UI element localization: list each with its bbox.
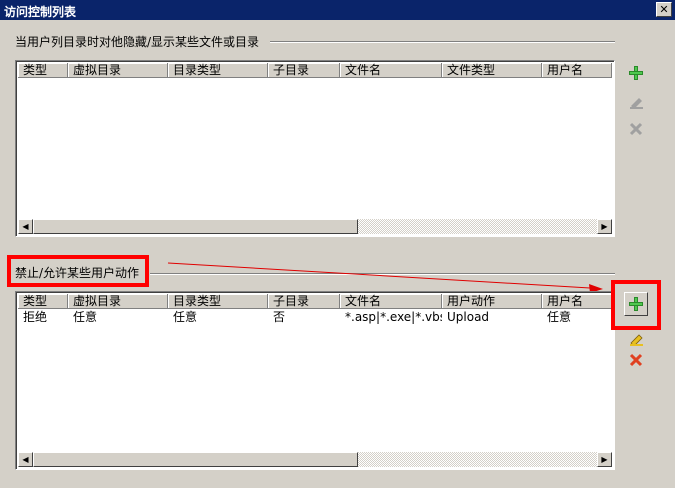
table-cell: 任意: [73, 310, 98, 324]
column-header[interactable]: 用户名: [542, 294, 612, 309]
table-cell: 拒绝: [23, 310, 48, 324]
column-header[interactable]: 子目录: [268, 294, 340, 309]
column-header[interactable]: 文件名: [340, 294, 442, 309]
x-icon[interactable]: [628, 352, 644, 368]
table-cell: 任意: [173, 310, 198, 324]
scroll-left-button[interactable]: ◀: [18, 452, 33, 467]
table-cell: 任意: [547, 310, 572, 324]
table-cell: *.asp|*.exe|*.vbs|...: [345, 310, 442, 324]
pencil-icon[interactable]: [628, 330, 644, 347]
table-cell: 否: [273, 310, 286, 324]
user-actions-list[interactable]: 类型 虚拟目录 目录类型 子目录 文件名 用户动作 用户名 拒绝 任意 任意 否 *.asp|*.e…: [15, 291, 615, 470]
user-actions-hscrollbar[interactable]: ◀ ▶: [18, 452, 612, 467]
table-cell: Upload: [447, 310, 490, 324]
scroll-right-button[interactable]: ▶: [597, 452, 612, 467]
column-header[interactable]: 类型: [18, 294, 68, 309]
user-actions-list-body[interactable]: 拒绝 任意 任意 否 *.asp|*.exe|*.vbs|... Upload 任意: [18, 309, 612, 451]
scroll-thumb[interactable]: [33, 452, 358, 467]
column-header[interactable]: 目录类型: [168, 294, 268, 309]
add-action-button[interactable]: [624, 292, 648, 316]
column-header[interactable]: 虚拟目录: [68, 294, 168, 309]
table-row[interactable]: 拒绝 任意 任意 否 *.asp|*.exe|*.vbs|... Upload 任意: [18, 309, 612, 325]
column-header[interactable]: 用户动作: [442, 294, 542, 309]
user-actions-list-header: 类型 虚拟目录 目录类型 子目录 文件名 用户动作 用户名: [18, 294, 612, 309]
scroll-track[interactable]: [358, 452, 597, 467]
plus-icon: [628, 296, 644, 312]
